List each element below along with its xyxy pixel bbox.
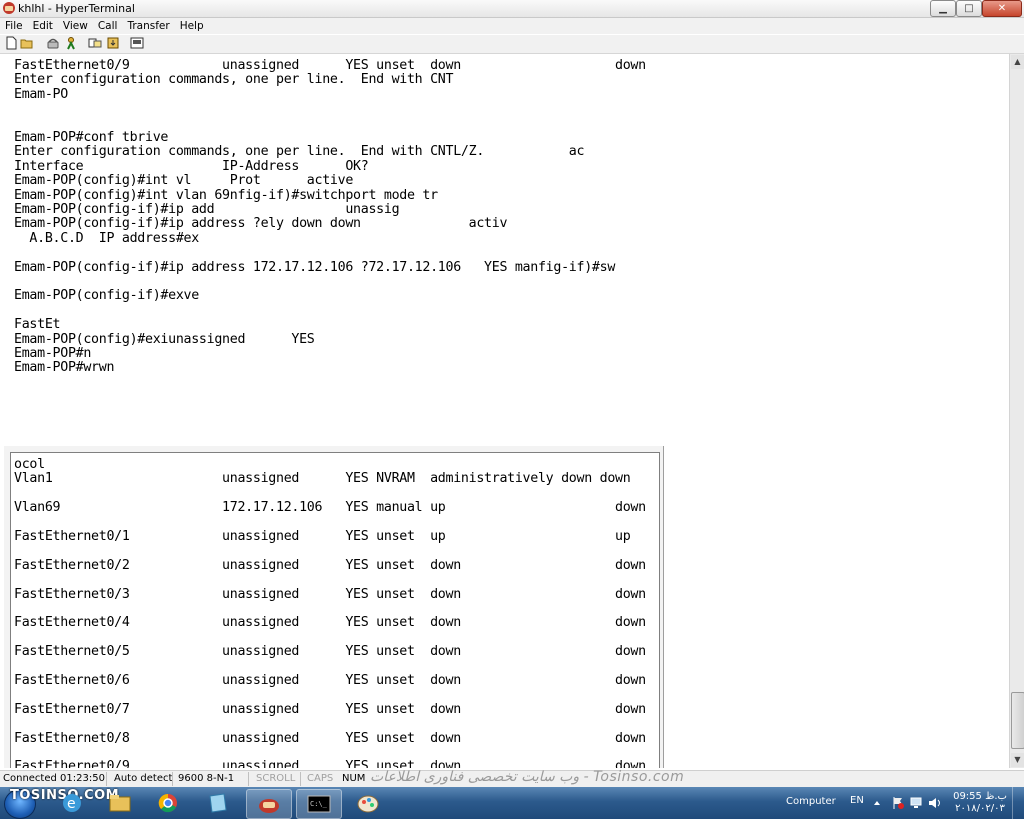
tray-expand-icon[interactable]: [872, 798, 882, 808]
console-line: FastEthernet0/7 unassigned YES unset dow…: [14, 701, 646, 717]
terminal-line: Emam-POP(config-if)#ip address ?ely down…: [14, 216, 508, 232]
paint-icon: [357, 795, 379, 813]
terminal-line: Interface IP-Address OK?: [14, 158, 369, 174]
minimize-button[interactable]: ▁: [930, 0, 956, 17]
console-line: Vlan69 172.17.12.106 YES manual up down: [14, 500, 646, 516]
console-line: ocol: [14, 457, 45, 472]
terminal-line: Emam-POP(config)#exiunassigned YES: [14, 331, 315, 347]
console-line: FastEthernet0/8 unassigned YES unset dow…: [14, 730, 646, 746]
console-line: FastEthernet0/5 unassigned YES unset dow…: [14, 644, 646, 660]
internet-explorer-icon: e: [63, 794, 81, 812]
vertical-scrollbar[interactable]: ▲ ▼: [1009, 54, 1024, 768]
svg-text:C:\_: C:\_: [310, 800, 328, 808]
taskbar-notepad[interactable]: [196, 789, 240, 817]
chrome-icon: [158, 793, 177, 813]
toolbar: [0, 35, 1024, 54]
terminal-line: Emam-POP#n: [14, 346, 92, 361]
menu-transfer[interactable]: Transfer: [122, 20, 174, 32]
call-icon[interactable]: [46, 36, 60, 50]
status-connected: Connected 01:23:50: [3, 773, 105, 784]
terminal-line: Emam-POP(config)#int vlan 69nfig-if)#swi…: [14, 187, 438, 203]
menu-help[interactable]: Help: [175, 20, 209, 32]
clock-date: ۲۰۱۸/۰۲/۰۳: [955, 803, 1005, 814]
menu-view[interactable]: View: [58, 20, 93, 32]
scroll-thumb[interactable]: [1011, 692, 1024, 749]
terminal-line: Enter configuration commands, one per li…: [14, 72, 454, 88]
status-settings: 9600 8-N-1: [178, 773, 235, 784]
terminal-line: Emam-POP(config-if)#ip add unassig: [14, 202, 400, 217]
console-line: FastEthernet0/4 unassigned YES unset dow…: [14, 615, 646, 631]
hyperterminal-icon: [259, 799, 279, 813]
status-detect: Auto detect: [114, 773, 173, 784]
terminal-line: A.B.C.D IP address#ex: [14, 230, 199, 246]
clock[interactable]: 09:55 ب.ظ ۲۰۱۸/۰۲/۰۳: [952, 791, 1008, 815]
menu-file[interactable]: File: [0, 20, 28, 32]
window-title: khlhl - HyperTerminal: [18, 2, 135, 15]
console-line: FastEthernet0/9 unassigned YES unset dow…: [14, 759, 646, 768]
receive-icon[interactable]: [106, 36, 120, 50]
console-output[interactable]: ocol Vlan1 unassigned YES NVRAM administr…: [10, 452, 660, 768]
send-icon[interactable]: [88, 36, 102, 50]
maximize-button[interactable]: □: [956, 0, 982, 17]
terminal-line: Emam-PO: [14, 86, 68, 102]
terminal-line: Emam-POP#conf tbrive: [14, 130, 169, 145]
svg-text:e: e: [67, 796, 76, 812]
tray-language[interactable]: EN: [850, 795, 864, 806]
console-window: ocol Vlan1 unassigned YES NVRAM administr…: [4, 446, 664, 768]
disconnect-icon[interactable]: [64, 36, 78, 50]
console-line: Vlan1 unassigned YES NVRAM administrativ…: [14, 471, 631, 487]
taskbar-hyperterminal[interactable]: [246, 789, 292, 819]
volume-icon[interactable]: [928, 796, 942, 810]
taskbar-explorer[interactable]: [98, 789, 142, 817]
console-line: FastEthernet0/3 unassigned YES unset dow…: [14, 586, 646, 602]
properties-icon[interactable]: [130, 36, 144, 50]
taskbar-paint[interactable]: [346, 789, 390, 817]
taskbar-cmd[interactable]: C:\_: [296, 789, 342, 819]
file-explorer-icon: [109, 795, 131, 812]
menu-edit[interactable]: Edit: [28, 20, 58, 32]
terminal-line: Emam-POP(config-if)#exve: [14, 288, 199, 304]
status-num: NUM: [342, 773, 366, 784]
terminal-line: Emam-POP#wrwn: [14, 360, 115, 376]
terminal-line: Enter configuration commands, one per li…: [14, 144, 585, 160]
notepad-icon: [209, 793, 227, 813]
terminal-line: FastEthernet0/9 unassigned YES unset dow…: [14, 58, 646, 73]
command-prompt-icon: C:\_: [307, 795, 331, 813]
terminal-line: Emam-POP(config)#int vl Prot active: [14, 173, 354, 189]
show-desktop-button[interactable]: [1012, 787, 1024, 819]
console-line: FastEthernet0/2 unassigned YES unset dow…: [14, 557, 646, 573]
menu-bar: File Edit View Call Transfer Help: [0, 18, 1024, 34]
menu-call[interactable]: Call: [93, 20, 123, 32]
taskbar: TOSINSO.COM e C:\_ Computer EN 09:55 ب.ظ…: [0, 787, 1024, 819]
taskbar-ie[interactable]: e: [50, 789, 94, 817]
status-scroll: SCROLL: [256, 773, 296, 784]
scroll-down-arrow-icon[interactable]: ▼: [1011, 753, 1024, 767]
new-icon[interactable]: [4, 36, 18, 50]
terminal-line: Emam-POP(config-if)#ip address 172.17.12…: [14, 259, 616, 275]
network-icon[interactable]: [910, 796, 922, 810]
status-caps: CAPS: [307, 773, 334, 784]
clock-time: 09:55 ب.ظ: [953, 791, 1007, 802]
close-button[interactable]: ✕: [982, 0, 1022, 17]
site-watermark: وب سایت تخصصی فناوری اطلاعات - Tosinso.c…: [370, 769, 685, 785]
terminal-line: FastEt: [14, 317, 61, 333]
scroll-up-arrow-icon[interactable]: ▲: [1011, 55, 1024, 69]
taskbar-chrome[interactable]: [146, 789, 190, 817]
console-line: FastEthernet0/1 unassigned YES unset up …: [14, 529, 631, 544]
open-icon[interactable]: [20, 36, 34, 50]
terminal-area[interactable]: FastEthernet0/9 unassigned YES unset dow…: [0, 54, 1009, 768]
title-bar[interactable]: khlhl - HyperTerminal ▁ □ ✕: [0, 0, 1024, 18]
hyperterminal-app-icon: [3, 2, 15, 14]
console-line: FastEthernet0/6 unassigned YES unset dow…: [14, 673, 646, 688]
action-center-flag-icon[interactable]: [892, 796, 904, 810]
tray-computer-label[interactable]: Computer: [786, 796, 836, 807]
